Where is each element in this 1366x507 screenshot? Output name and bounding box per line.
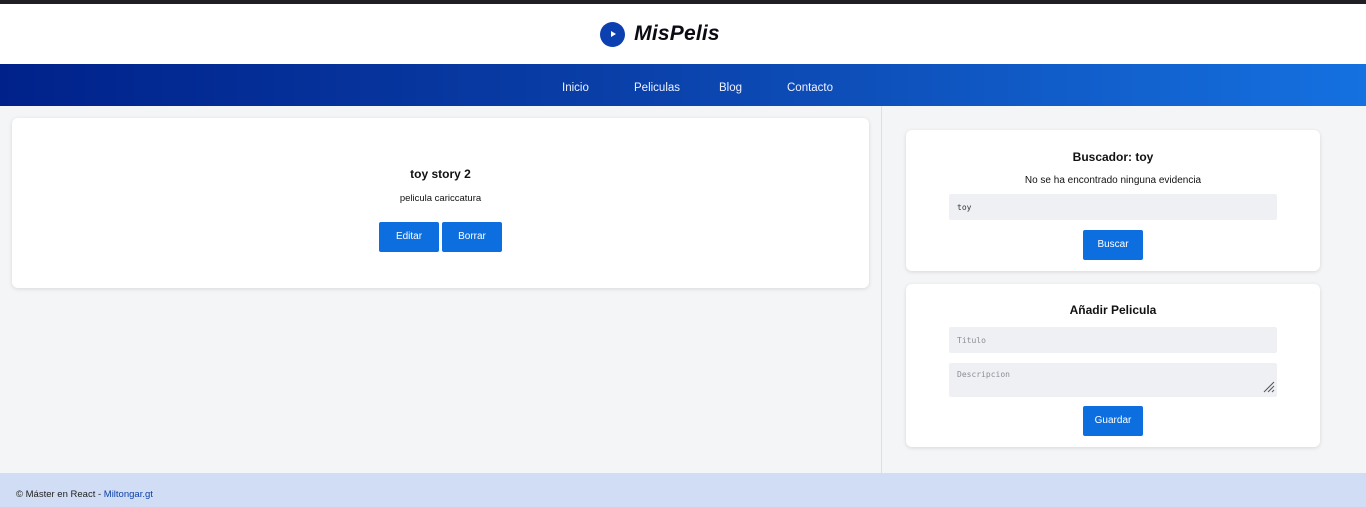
nav-item-blog[interactable]: Blog: [719, 64, 742, 106]
description-textarea[interactable]: [949, 363, 1277, 397]
movie-list: toy story 2 pelicula cariccatura Editar …: [0, 106, 881, 473]
delete-button[interactable]: Borrar: [442, 222, 502, 252]
nav-item-contacto[interactable]: Contacto: [787, 64, 833, 106]
edit-button[interactable]: Editar: [379, 222, 439, 252]
search-input[interactable]: [949, 194, 1277, 220]
add-movie-title: Añadir Pelicula: [1069, 303, 1157, 317]
save-button[interactable]: Guardar: [1083, 406, 1143, 436]
play-circle-icon: [600, 21, 626, 47]
movie-title: toy story 2: [410, 167, 471, 181]
site-footer: © Máster en React - Miltongar.gt: [0, 473, 1366, 507]
search-card: Buscador: toy No se ha encontrado ningun…: [906, 130, 1320, 271]
nav-item-peliculas[interactable]: Peliculas: [634, 64, 680, 106]
sidebar: Buscador: toy No se ha encontrado ningun…: [881, 106, 1366, 473]
footer-copyright: © Máster en React -: [16, 489, 104, 500]
title-input[interactable]: [949, 327, 1277, 353]
search-title: Buscador: toy: [1072, 150, 1154, 164]
main-nav: Inicio Peliculas Blog Contacto: [0, 64, 1366, 106]
add-movie-card: Añadir Pelicula Guardar: [906, 284, 1320, 447]
search-button[interactable]: Buscar: [1083, 230, 1143, 260]
footer-text: © Máster en React - Miltongar.gt: [16, 489, 153, 500]
site-header: MisPelis: [0, 4, 1366, 64]
footer-author-link[interactable]: Miltongar.gt: [104, 489, 153, 500]
logo-text: MisPelis: [634, 22, 720, 45]
search-message: No se ha encontrado ninguna evidencia: [1024, 175, 1202, 186]
movie-description: pelicula cariccatura: [399, 193, 482, 204]
movie-card: toy story 2 pelicula cariccatura Editar …: [12, 118, 869, 288]
nav-item-inicio[interactable]: Inicio: [562, 64, 589, 106]
logo[interactable]: MisPelis: [600, 21, 720, 47]
